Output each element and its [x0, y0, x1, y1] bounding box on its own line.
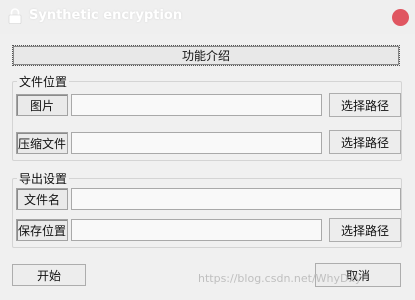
filename-input[interactable] — [71, 188, 401, 210]
archive-label: 压缩文件 — [16, 132, 68, 154]
image-label: 图片 — [16, 94, 68, 116]
save-location-input[interactable] — [71, 219, 322, 241]
image-browse-button[interactable]: 选择路径 — [329, 93, 401, 117]
close-button[interactable] — [392, 9, 409, 26]
export-settings-title: 导出设置 — [17, 170, 70, 187]
app-window: Synthetic encryption 功能介绍 文件位置 图片 选择路径 压… — [0, 0, 415, 300]
archive-browse-button[interactable]: 选择路径 — [329, 130, 401, 154]
lock-icon — [8, 8, 22, 24]
save-location-label: 保存位置 — [16, 219, 68, 241]
start-button[interactable]: 开始 — [12, 264, 86, 286]
window-title: Synthetic encryption — [29, 8, 183, 23]
save-browse-button[interactable]: 选择路径 — [329, 218, 401, 242]
title-bar: Synthetic encryption — [0, 0, 415, 34]
watermark-text: https://blog.csdn.net/WhyDxy — [198, 272, 362, 285]
feature-intro-button[interactable]: 功能介绍 — [12, 45, 400, 66]
image-path-input[interactable] — [71, 94, 322, 116]
file-location-title: 文件位置 — [17, 73, 70, 90]
archive-path-input[interactable] — [71, 132, 322, 154]
filename-label: 文件名 — [16, 188, 68, 210]
